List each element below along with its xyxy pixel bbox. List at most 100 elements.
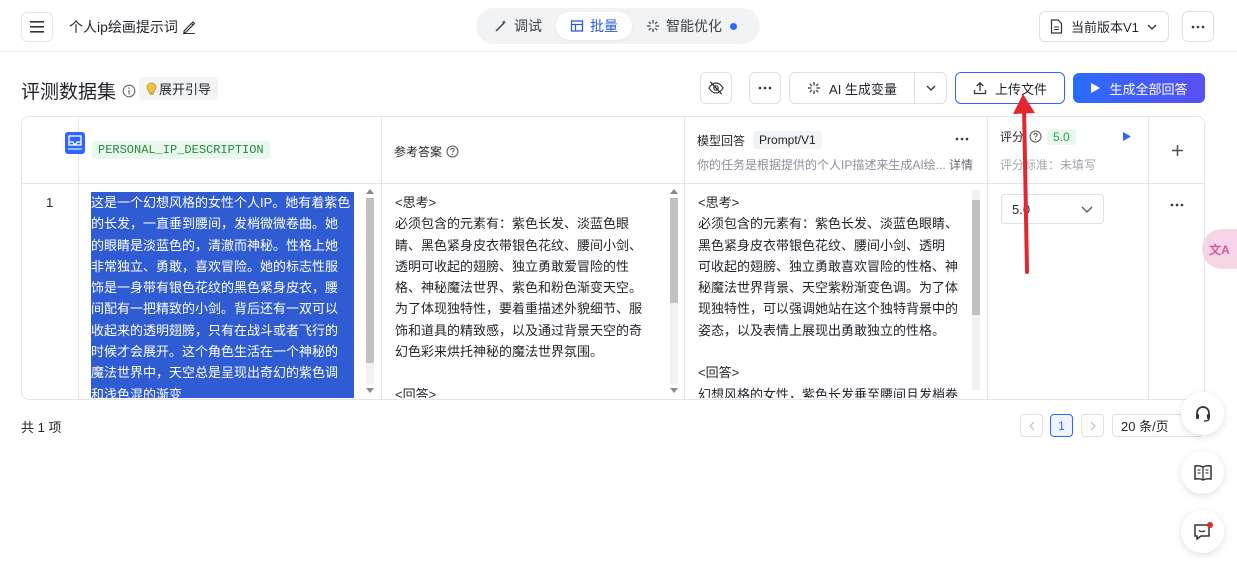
feedback-button[interactable] (1181, 510, 1224, 553)
reply-line: 姿态，以及表情上展现出勇敢独立的性格。 (698, 322, 946, 338)
chevron-down-icon (1147, 24, 1157, 30)
prompt-version-tag: Prompt/V1 (753, 131, 822, 149)
sparkle-icon (808, 82, 821, 94)
generate-all-label: 生成全部回答 (1109, 81, 1188, 97)
generate-all-button[interactable]: 生成全部回答 (1073, 73, 1205, 103)
reference-line: 睛、黑色紧身皮衣带银色花纹、腰间小剑、 (395, 237, 643, 253)
more-dots-icon (758, 86, 772, 90)
model-reply-column: 模型回答 Prompt/V1 你的任务是根据提供的个人IP描述来生成AI绘...… (685, 117, 988, 399)
support-button[interactable] (1181, 392, 1224, 435)
plus-icon[interactable] (1171, 144, 1184, 157)
description-scrollbar[interactable] (364, 186, 376, 396)
docs-button[interactable] (1181, 451, 1224, 494)
ai-generate-variables-button[interactable]: AI 生成变量 (789, 72, 915, 104)
reply-line: 幻想风格的女性，紫色长发垂至腰间且发梢卷 (698, 386, 959, 398)
headset-icon (1195, 405, 1210, 422)
translate-badge[interactable]: 文A (1202, 229, 1237, 269)
version-select[interactable]: 当前版本V1 (1039, 11, 1169, 42)
reference-line: <思考> (395, 195, 437, 210)
tab-batch-label: 批量 (590, 18, 618, 34)
index-column: 1 (22, 117, 85, 399)
play-icon[interactable] (1122, 131, 1132, 142)
translate-icon: 文A (1209, 242, 1230, 257)
mode-switch: 调试 批量 智能优化 (476, 8, 760, 44)
reply-line: 现独特性，可以强调她站在这个独特背景中的 (698, 301, 959, 317)
detail-link[interactable]: 详情 (949, 156, 973, 173)
reply-line: 可收起的翅膀、独立勇敢喜欢冒险的性格、神 (698, 258, 959, 274)
book-icon (1193, 464, 1212, 481)
reference-line: <回答> (395, 386, 437, 398)
total-count: 共 1 项 (21, 420, 62, 435)
help-icon[interactable] (446, 145, 459, 158)
description-cell[interactable]: 这是一个幻想风格的女性个人IP。她有着紫色 的长发，一直垂到腰间，发梢微微卷曲。… (91, 192, 354, 398)
hide-toggle-button[interactable] (700, 72, 732, 104)
hamburger-icon (30, 21, 44, 33)
model-reply-scrollbar[interactable] (970, 186, 982, 396)
chevron-down-icon (926, 85, 935, 91)
document-icon (1050, 19, 1063, 34)
info-icon[interactable] (122, 84, 136, 98)
description-line: 饰是一身带有银色花纹的黑色紧身皮衣，腰 (91, 280, 339, 296)
model-reply-text: <思考> 必须包含的元素有：紫色长发、淡蓝色眼睛、 黑色紧身皮衣带银色花纹、腰间… (698, 192, 968, 398)
play-icon (1091, 83, 1101, 93)
model-reply-label: 模型回答 (697, 133, 746, 148)
ai-generate-dropdown[interactable] (914, 72, 947, 104)
row-index: 1 (46, 195, 54, 210)
section-title-text: 评测数据集 (21, 82, 117, 103)
reference-line: 格、神秘魔法世界、紫色和粉色渐变天空。 (395, 280, 643, 296)
score-average: 5.0 (1047, 128, 1076, 145)
model-reply-cell[interactable]: <思考> 必须包含的元素有：紫色长发、淡蓝色眼睛、 黑色紧身皮衣带银色花纹、腰间… (698, 192, 968, 398)
annotation-arrow (1013, 94, 1035, 274)
top-bar: 个人ip绘画提示词 调试 批量 智能优化 当前版本V1 (0, 0, 1237, 52)
reference-line: 透明可收起的翅膀、独立勇敢爱冒险的性 (395, 258, 630, 274)
chevron-left-icon (1028, 421, 1034, 430)
tab-smart-optimize[interactable]: 智能优化 (632, 12, 751, 40)
reference-header-label: 参考答案 (394, 145, 443, 159)
reference-line: 为了体现独特性，要着重描述外貌细节、服 (395, 301, 643, 317)
table-icon (570, 20, 584, 32)
ai-generate-label: AI 生成变量 (829, 81, 897, 97)
model-reply-header: 模型回答 Prompt/V1 你的任务是根据提供的个人IP描述来生成AI绘...… (685, 117, 987, 184)
tab-batch[interactable]: 批量 (556, 12, 632, 40)
chevron-right-icon (1090, 421, 1096, 430)
tab-smart-optimize-label: 智能优化 (666, 18, 722, 34)
description-line: 魔法世界中，天空总是呈现出奇幻的紫色调 (91, 365, 339, 381)
reply-line: 秘魔法世界背景、天空紫粉渐变色调。为了体 (698, 280, 959, 296)
reply-line (698, 341, 968, 362)
index-header (22, 117, 85, 184)
tab-debug[interactable]: 调试 (480, 12, 556, 40)
toolbar-more-button[interactable] (749, 72, 781, 104)
next-page-button[interactable] (1081, 414, 1104, 437)
reply-line: <思考> (698, 195, 740, 210)
expand-guide-button[interactable]: 展开引导 (139, 77, 219, 100)
eye-off-icon (708, 81, 724, 95)
expand-guide-label: 展开引导 (159, 82, 212, 97)
reference-cell[interactable]: <思考> 必须包含的元素有：紫色长发、淡蓝色眼 睛、黑色紧身皮衣带银色花纹、腰间… (395, 192, 665, 398)
reference-column: 参考答案 <思考> 必须包含的元素有：紫色长发、淡蓝色眼 睛、黑色紧身皮衣带银色… (382, 117, 685, 399)
new-dot (730, 22, 737, 30)
edit-icon[interactable] (182, 20, 196, 34)
prompt-description: 你的任务是根据提供的个人IP描述来生成AI绘... (697, 158, 946, 172)
reference-line: 饰和道具的精致感，以及通过背景天空的奇 (395, 322, 643, 338)
reference-text: <思考> 必须包含的元素有：紫色长发、淡蓝色眼 睛、黑色紧身皮衣带银色花纹、腰间… (395, 192, 665, 398)
variable-header: PERSONAL_IP_DESCRIPTION (79, 117, 381, 184)
description-line: 间配有一把精致的小剑。背后还有一双可以 (91, 301, 339, 317)
menu-button[interactable] (21, 12, 53, 42)
description-text: 这是一个幻想风格的女性个人IP。她有着紫色 的长发，一直垂到腰间，发梢微微卷曲。… (91, 192, 354, 398)
more-dots-icon[interactable] (955, 137, 969, 141)
doc-title[interactable]: 个人ip绘画提示词 (69, 17, 196, 37)
chevron-down-icon (1081, 206, 1093, 213)
reference-scrollbar[interactable] (668, 186, 680, 396)
description-line: 这是一个幻想风格的女性个人IP。她有着紫色 (91, 195, 351, 210)
row-more-icon[interactable] (1170, 203, 1184, 207)
reference-line: 必须包含的元素有：紫色长发、淡蓝色眼 (395, 216, 630, 232)
reference-line: 幻色彩来烘托神秘的魔法世界氛围。 (395, 344, 604, 360)
page-number-button[interactable]: 1 (1050, 414, 1073, 437)
more-menu-button[interactable] (1182, 11, 1214, 42)
prev-page-button[interactable] (1020, 414, 1043, 437)
section-title: 评测数据集 (21, 77, 136, 104)
reply-line: <回答> (698, 365, 740, 381)
sparkle-icon (647, 20, 659, 32)
doc-title-text: 个人ip绘画提示词 (69, 19, 178, 35)
more-dots-icon (1191, 25, 1205, 28)
